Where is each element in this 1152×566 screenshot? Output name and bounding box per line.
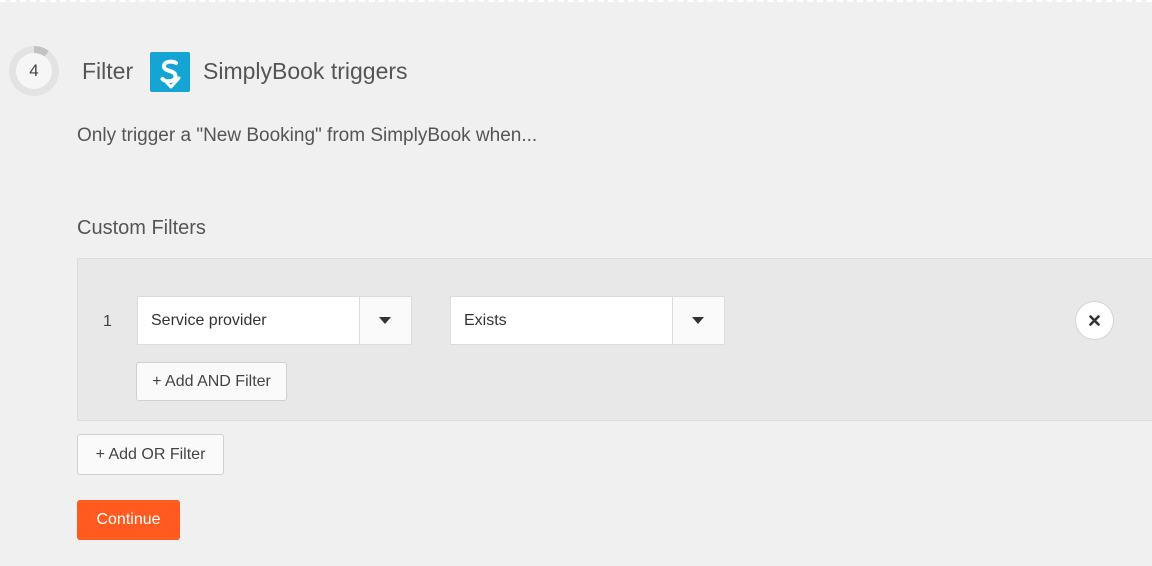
- step-number: 4: [16, 53, 52, 89]
- field-select[interactable]: Service provider: [137, 296, 412, 345]
- caret-down-icon: [692, 317, 704, 324]
- step-label: Filter: [82, 58, 134, 84]
- filter-row-number: 1: [103, 313, 112, 330]
- close-icon: [1089, 315, 1100, 326]
- condition-select-toggle[interactable]: [672, 297, 724, 344]
- app-name: SimplyBook triggers: [203, 58, 408, 84]
- custom-filters-title: Custom Filters: [77, 217, 206, 239]
- simplybook-logo-icon: [150, 52, 190, 92]
- field-select-toggle[interactable]: [359, 297, 411, 344]
- add-or-filter-button[interactable]: + Add OR Filter: [77, 434, 224, 475]
- field-select-value: Service provider: [151, 312, 267, 329]
- top-dashed-border: [0, 0, 1152, 2]
- remove-filter-button[interactable]: [1075, 301, 1114, 340]
- caret-down-icon: [379, 317, 391, 324]
- condition-select-value: Exists: [464, 312, 507, 329]
- continue-button[interactable]: Continue: [77, 500, 180, 540]
- step-progress-circle: 4: [9, 46, 59, 96]
- filter-description: Only trigger a "New Booking" from Simply…: [77, 125, 538, 146]
- condition-select[interactable]: Exists: [450, 296, 725, 345]
- add-and-filter-button[interactable]: + Add AND Filter: [136, 362, 287, 401]
